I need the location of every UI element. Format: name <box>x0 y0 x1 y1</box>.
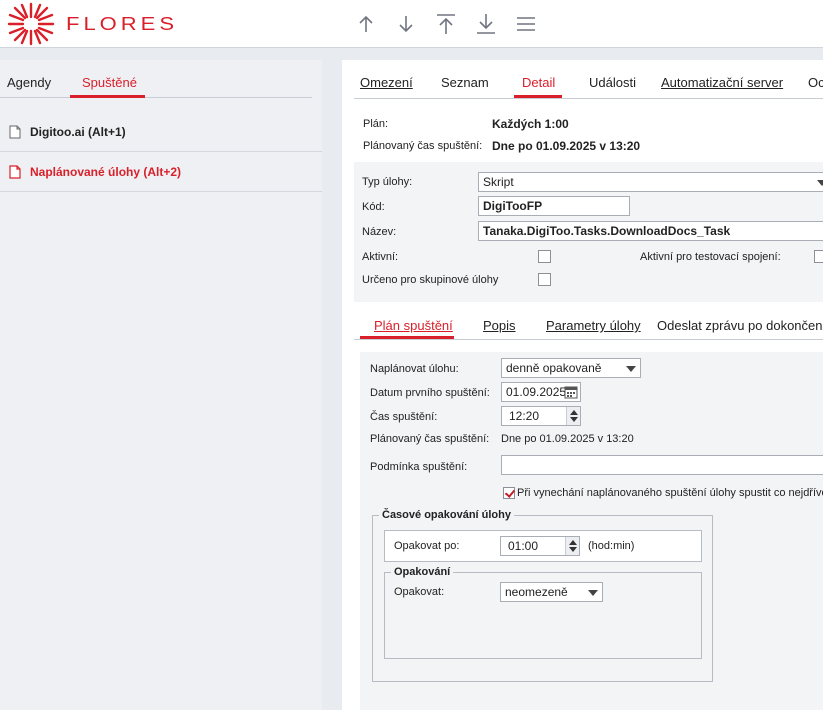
repetition-group: Opakování Opakovat: neomezeně <box>384 566 702 659</box>
type-value: Skript <box>483 175 514 189</box>
tab-oc[interactable]: Oc <box>808 75 823 90</box>
skip-catchup-label: Při vynechání naplánovaného spuštění úlo… <box>517 487 823 499</box>
condition-field[interactable] <box>501 455 823 475</box>
repeat-group: Časové opakování úlohy Opakovat po: 01:0… <box>372 509 713 682</box>
tab-spustene[interactable]: Spuštěné <box>82 75 137 90</box>
type-dropdown[interactable]: Skript <box>478 172 823 192</box>
tab-automation-server[interactable]: Automatizační server <box>661 75 783 90</box>
time-value: 12:20 <box>509 409 540 423</box>
first-date-value: 01.09.2025 <box>506 385 567 399</box>
group-tasks-checkbox[interactable] <box>538 273 551 286</box>
schedule-label: Naplánovat úlohu: <box>370 363 459 375</box>
tab-omezeni[interactable]: Omezení <box>360 75 413 90</box>
tab-parameters[interactable]: Parametry úlohy <box>546 318 641 333</box>
repeat-value: neomezeně <box>505 585 568 599</box>
planned-time-value: Dne po 01.09.2025 v 13:20 <box>501 433 634 445</box>
schedule-dropdown[interactable]: denně opakovaně <box>501 358 641 378</box>
name-label: Název: <box>362 226 397 238</box>
name-field[interactable]: Tanaka.DigiToo.Tasks.DownloadDocs_Task <box>478 221 823 241</box>
code-label: Kód: <box>362 201 385 213</box>
repeat-interval-box: Opakovat po: 01:00 (hod:min) <box>384 530 702 562</box>
sub-tabs: Plán spuštění Popis Parametry úlohy Odes… <box>354 308 823 340</box>
chevron-down-icon <box>588 590 598 596</box>
active-tab-indicator <box>70 95 145 98</box>
left-panel: Agendy Spuštěné Digitoo.ai (Alt+1) Naplá… <box>0 60 322 710</box>
schedule-panel: Naplánovat úlohu: denně opakovaně Datum … <box>360 352 823 710</box>
active-subtab-indicator <box>360 336 454 339</box>
active-tab-indicator <box>514 95 562 98</box>
type-label: Typ úlohy: <box>362 176 413 188</box>
spin-down-icon <box>570 417 578 422</box>
task-form: Typ úlohy: Skript Kód: DigiTooFP Název: … <box>354 162 823 302</box>
first-date-field[interactable]: 01.09.2025 <box>501 382 581 402</box>
task-summary: Plán: Každých 1:00 Plánovaný čas spuštěn… <box>354 110 823 158</box>
arrow-to-bottom-icon[interactable] <box>466 10 506 38</box>
repeat-dropdown[interactable]: neomezeně <box>500 582 603 602</box>
document-icon <box>9 164 21 179</box>
tabs-divider <box>354 98 823 99</box>
left-tabs: Agendy Spuštěné <box>0 60 312 98</box>
chevron-down-icon <box>626 366 636 372</box>
repetition-group-title: Opakování <box>391 566 454 578</box>
active-test-checkbox[interactable] <box>814 250 823 263</box>
arrow-to-top-icon[interactable] <box>426 10 466 38</box>
plan-label: Plán: <box>363 118 389 130</box>
top-bar: FLORES <box>0 0 823 48</box>
tab-detail[interactable]: Detail <box>522 75 555 90</box>
calendar-icon[interactable] <box>564 385 578 399</box>
group-tasks-label: Určeno pro skupinové úlohy <box>362 274 499 286</box>
time-field[interactable]: 12:20 <box>501 406 581 426</box>
tab-udalosti[interactable]: Události <box>589 75 636 90</box>
plan-value: Každých 1:00 <box>492 117 569 131</box>
code-field[interactable]: DigiTooFP <box>478 196 630 216</box>
spin-up-icon <box>570 410 578 415</box>
list-item-planned-tasks[interactable]: Naplánované úlohy (Alt+2) <box>0 152 322 192</box>
time-label: Čas spuštění: <box>370 411 438 423</box>
spin-down-icon <box>569 547 577 552</box>
repeat-every-label: Opakovat po: <box>394 540 460 552</box>
tab-agendy[interactable]: Agendy <box>7 75 51 90</box>
document-icon <box>9 125 21 138</box>
menu-icon[interactable] <box>506 10 546 38</box>
planned-time-label: Plánovaný čas spuštění: <box>363 140 483 152</box>
planned-time-label: Plánovaný čas spuštění: <box>370 433 490 445</box>
repeat-every-field[interactable]: 01:00 <box>500 536 580 556</box>
arrow-down-icon[interactable] <box>386 10 426 38</box>
repeat-spinner[interactable] <box>565 537 579 555</box>
repeat-label: Opakovat: <box>394 586 445 598</box>
schedule-value: denně opakovaně <box>506 361 602 375</box>
repeat-every-value: 01:00 <box>508 539 539 553</box>
tab-plan[interactable]: Plán spuštění <box>374 318 453 333</box>
list-item-digitoo[interactable]: Digitoo.ai (Alt+1) <box>0 112 322 152</box>
toolbar <box>346 10 546 38</box>
flores-logo: FLORES <box>6 0 178 48</box>
arrow-up-icon[interactable] <box>346 10 386 38</box>
list-item-label: Digitoo.ai (Alt+1) <box>30 124 126 139</box>
active-checkbox[interactable] <box>538 250 551 263</box>
tab-send-message[interactable]: Odeslat zprávu po dokončení <box>657 318 823 333</box>
detail-panel: Omezení Seznam Detail Události Automatiz… <box>342 60 823 710</box>
chevron-down-icon <box>817 180 823 186</box>
list-item-label: Naplánované úlohy (Alt+2) <box>30 164 182 179</box>
tab-seznam[interactable]: Seznam <box>441 75 489 90</box>
brand-name: FLORES <box>66 12 179 35</box>
condition-label: Podmínka spuštění: <box>370 461 468 473</box>
first-date-label: Datum prvního spuštění: <box>370 387 490 399</box>
time-spinner[interactable] <box>566 407 580 425</box>
flores-sunburst-icon <box>7 2 55 46</box>
skip-catchup-checkbox[interactable] <box>503 487 515 499</box>
repeat-group-title: Časové opakování úlohy <box>379 509 514 521</box>
spin-up-icon <box>569 540 577 545</box>
planned-time-value: Dne po 01.09.2025 v 13:20 <box>492 139 641 153</box>
repeat-unit: (hod:min) <box>588 540 635 552</box>
active-test-label: Aktivní pro testovací spojení: <box>640 251 781 263</box>
active-label: Aktivní: <box>362 251 399 263</box>
tab-popis[interactable]: Popis <box>483 318 516 333</box>
